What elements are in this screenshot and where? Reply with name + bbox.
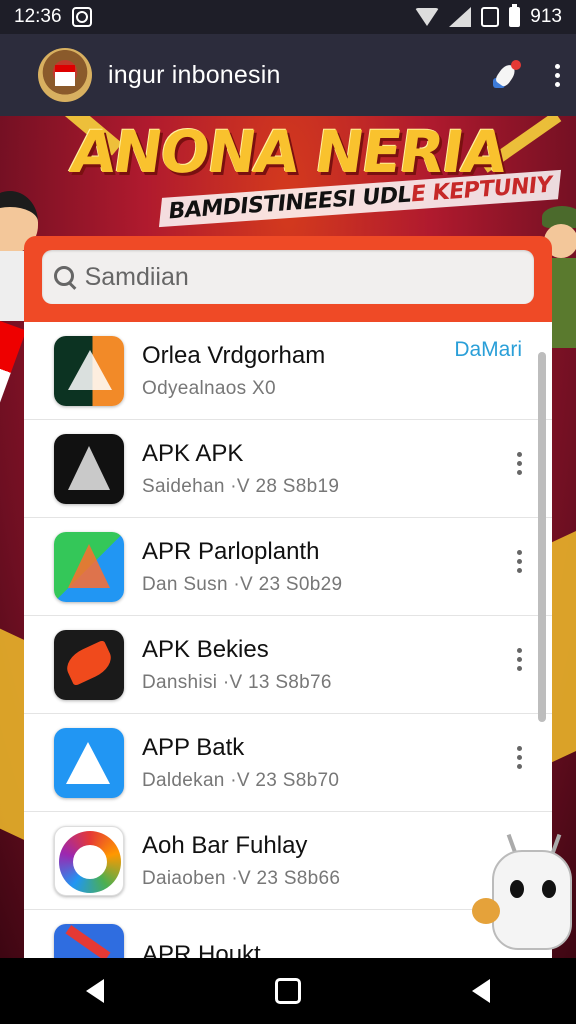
rocket-icon[interactable]	[491, 60, 521, 90]
list-item[interactable]: APP Batk Daldekan ·V 23 S8b70	[24, 714, 552, 812]
logo-emblem-icon	[38, 48, 92, 102]
status-time: 12:36	[14, 6, 62, 27]
apk-bekies-icon	[54, 629, 124, 700]
list-item[interactable]: APK Bekies Danshisi ·V 13 S8b76	[24, 616, 552, 714]
list-scrollbar[interactable]	[538, 352, 546, 722]
signal-icon	[449, 7, 472, 27]
app-title: ingur inbonesin	[108, 60, 281, 89]
list-item[interactable]: APR Parloplanth Dan Susn ·V 23 S0b29	[24, 518, 552, 616]
back-icon[interactable]	[85, 979, 104, 1003]
apk-app-icon	[54, 433, 124, 504]
app-batk-icon	[54, 727, 124, 798]
app-meta: Daiaoben ·V 23 S8b66	[142, 867, 341, 889]
battery-level: 913	[530, 6, 562, 27]
wifi-icon	[415, 8, 440, 26]
app-meta: Daldekan ·V 23 S8b70	[142, 769, 340, 791]
row-more-icon[interactable]	[517, 648, 522, 671]
robot-mascot-illustration	[466, 828, 576, 958]
more-vert-icon[interactable]	[555, 63, 560, 87]
promo-banner: ANONA NERIA BAMDISTINEESI UDLE KEPTUNIY …	[0, 116, 576, 958]
search-box[interactable]	[42, 250, 534, 304]
aoh-bar-fuhlay-icon	[54, 825, 124, 896]
search-icon	[54, 266, 75, 288]
orlea-app-icon	[54, 335, 124, 406]
app-name: Orlea Vrdgorham	[142, 341, 326, 369]
list-item[interactable]: Orlea Vrdgorham Odyealnaos X0 DaMari	[24, 322, 552, 420]
notification-icon	[71, 7, 92, 27]
apr-parloplanth-icon	[54, 531, 124, 602]
row-action-link[interactable]: DaMari	[454, 338, 522, 362]
status-bar: 12:36 913	[0, 0, 576, 34]
app-bar: ingur inbonesin	[0, 34, 576, 116]
row-more-icon[interactable]	[517, 550, 522, 573]
row-more-icon[interactable]	[517, 452, 522, 475]
app-bar-actions	[491, 60, 560, 90]
row-more-icon[interactable]	[517, 746, 522, 769]
app-meta: Saidehan ·V 28 S8b19	[142, 475, 340, 497]
app-name: APK Bekies	[142, 635, 269, 663]
home-icon[interactable]	[274, 978, 301, 1004]
app-name: APP Batk	[142, 733, 245, 761]
app-meta: Odyealnaos X0	[142, 377, 276, 399]
app-name: APR Parloplanth	[142, 537, 320, 565]
apr-houkt-icon	[54, 923, 124, 958]
status-right-group: 913	[415, 4, 562, 28]
screen-icon	[481, 7, 500, 27]
battery-icon	[509, 4, 521, 27]
recents-icon[interactable]	[472, 979, 491, 1003]
app-name: APK APK	[142, 439, 244, 467]
app-name: Aoh Bar Fuhlay	[142, 831, 308, 859]
search-input[interactable]	[84, 262, 522, 292]
app-meta: Danshisi ·V 13 S8b76	[142, 671, 332, 693]
app-name: APR Houkt	[142, 940, 261, 959]
list-item[interactable]: APK APK Saidehan ·V 28 S8b19	[24, 420, 552, 518]
system-nav-bar	[0, 958, 576, 1024]
app-meta: Dan Susn ·V 23 S0b29	[142, 573, 343, 595]
banner-subtitle-a: BAMDISTINEESI UDL	[167, 182, 413, 225]
search-header	[24, 236, 552, 322]
